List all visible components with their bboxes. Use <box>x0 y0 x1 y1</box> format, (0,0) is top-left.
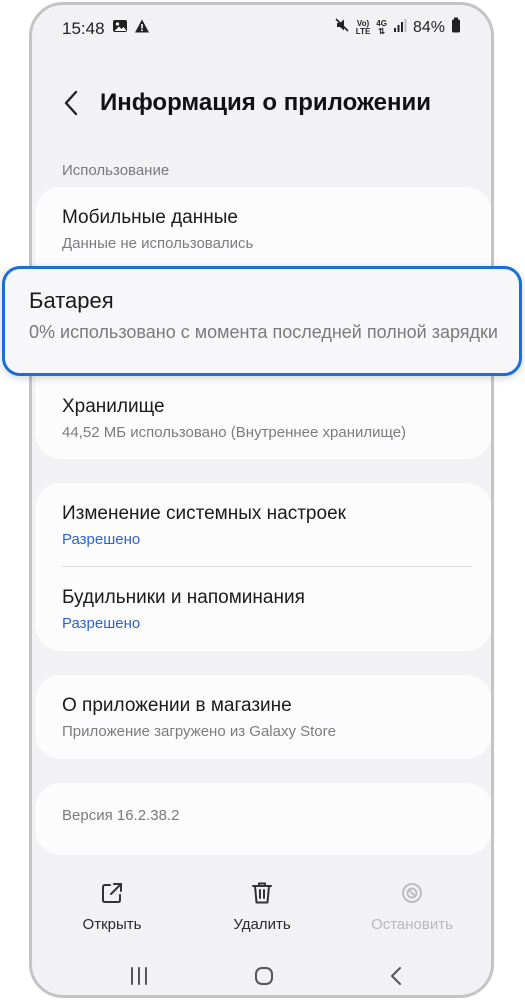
battery-title: Батарея <box>29 288 114 313</box>
status-bar: 15:48 Vo) LTE 4G ⇅ 84% <box>32 5 491 51</box>
section-label-usage: Использование <box>62 162 170 179</box>
storage-subtitle: 44,52 МБ использовано (Внутреннее хранил… <box>62 424 407 441</box>
mute-icon <box>334 17 350 38</box>
open-external-icon <box>52 880 172 906</box>
mobile-data-title: Мобильные данные <box>62 207 238 228</box>
storage-item[interactable]: Хранилище 44,52 МБ использовано (Внутрен… <box>62 396 472 441</box>
bottom-actions: Открыть Удалить Остановить <box>32 880 491 940</box>
status-time: 15:48 <box>62 19 105 38</box>
open-button[interactable]: Открыть <box>52 880 172 933</box>
delete-label: Удалить <box>233 916 291 933</box>
battery-icon <box>451 17 461 38</box>
store-card: О приложении в магазине Приложение загру… <box>35 675 491 759</box>
system-settings-title: Изменение системных настроек <box>62 503 346 524</box>
signal-icon <box>393 17 407 38</box>
battery-subtitle: 0% использовано с момента последней полн… <box>29 322 498 342</box>
recents-icon[interactable] <box>128 965 150 992</box>
stop-icon <box>352 880 472 906</box>
battery-item[interactable]: Батарея 0% использовано с момента послед… <box>2 266 522 376</box>
stop-button[interactable]: Остановить <box>352 880 472 933</box>
mobile-data-subtitle: Данные не использовались <box>62 235 254 252</box>
page-title: Информация о приложении <box>100 89 431 116</box>
trash-icon <box>202 880 322 906</box>
app-bar: Информация о приложении <box>32 75 491 131</box>
4g-icon: 4G ⇅ <box>376 18 387 36</box>
open-label: Открыть <box>82 916 142 933</box>
alarms-status: Разрешено <box>62 615 141 632</box>
permissions-card: Изменение системных настроек Разрешено Б… <box>35 483 491 651</box>
version-text: Версия 16.2.38.2 <box>62 807 180 824</box>
divider <box>62 566 472 567</box>
navigation-bar <box>32 963 491 993</box>
home-icon[interactable] <box>253 965 275 992</box>
image-icon <box>112 18 128 39</box>
phone-frame: 15:48 Vo) LTE 4G ⇅ 84% Информация о прил… <box>29 2 494 998</box>
mobile-data-item[interactable]: Мобильные данные Данные не использовалис… <box>62 207 472 252</box>
alarms-title: Будильники и напоминания <box>62 587 305 608</box>
back-arrow-icon[interactable] <box>60 88 84 118</box>
volte-icon: Vo) LTE <box>355 18 371 36</box>
store-subtitle: Приложение загружено из Galaxy Store <box>62 723 336 740</box>
delete-button[interactable]: Удалить <box>202 880 322 933</box>
system-settings-item[interactable]: Изменение системных настроек Разрешено <box>62 503 472 548</box>
back-nav-icon[interactable] <box>386 965 408 992</box>
stop-label: Остановить <box>371 916 453 933</box>
alarms-item[interactable]: Будильники и напоминания Разрешено <box>62 587 472 632</box>
warning-icon <box>134 18 150 39</box>
system-settings-status: Разрешено <box>62 531 141 548</box>
battery-percent: 84% <box>412 18 445 36</box>
store-item[interactable]: О приложении в магазине Приложение загру… <box>62 695 472 740</box>
storage-title: Хранилище <box>62 396 165 417</box>
store-title: О приложении в магазине <box>62 695 292 716</box>
